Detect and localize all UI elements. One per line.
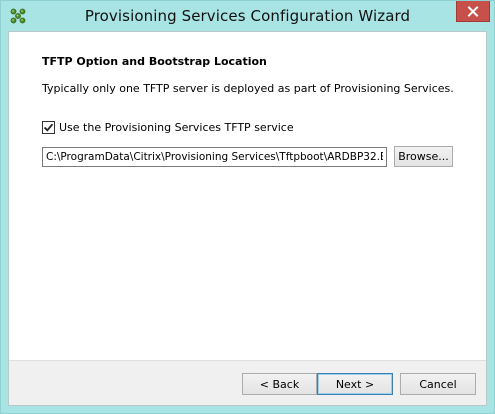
tftp-service-option[interactable]: Use the Provisioning Services TFTP servi… (42, 121, 294, 134)
wizard-page: TFTP Option and Bootstrap Location Typic… (8, 31, 487, 406)
next-button[interactable]: Next > (317, 373, 393, 395)
browse-button[interactable]: Browse... (394, 146, 453, 167)
bootstrap-path-input[interactable] (42, 147, 387, 167)
close-icon (467, 2, 479, 21)
tftp-service-checkbox[interactable] (42, 121, 55, 134)
cancel-button[interactable]: Cancel (400, 373, 476, 395)
back-button[interactable]: < Back (242, 373, 317, 395)
wizard-window: Provisioning Services Configuration Wiza… (0, 0, 495, 414)
window-title: Provisioning Services Configuration Wiza… (84, 7, 411, 25)
checkmark-icon (43, 123, 54, 132)
page-description: Typically only one TFTP server is deploy… (42, 82, 454, 95)
page-title: TFTP Option and Bootstrap Location (42, 55, 267, 68)
tftp-service-label: Use the Provisioning Services TFTP servi… (59, 121, 294, 134)
close-button[interactable] (456, 1, 490, 22)
title-bar[interactable]: Provisioning Services Configuration Wiza… (1, 1, 494, 31)
